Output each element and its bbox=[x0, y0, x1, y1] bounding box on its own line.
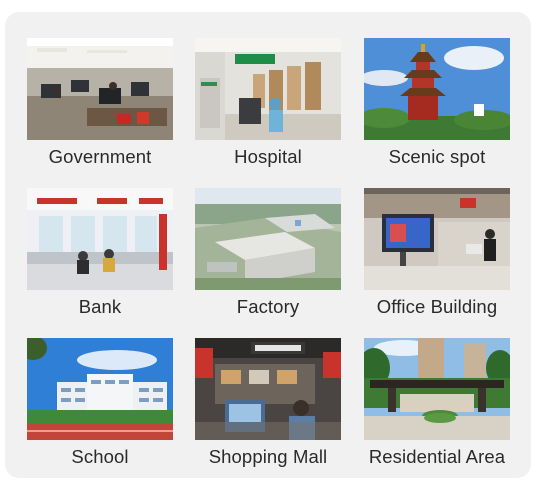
tile-label: Office Building bbox=[376, 296, 498, 317]
shopping-mall-photo bbox=[195, 338, 341, 440]
tile-label: Scenic spot bbox=[388, 146, 486, 167]
residential-gate-photo bbox=[364, 338, 510, 440]
tile-label: Hospital bbox=[234, 146, 302, 167]
tile-label: Factory bbox=[236, 296, 300, 317]
tile-label: Shopping Mall bbox=[208, 446, 328, 467]
tile-label: Residential Area bbox=[368, 446, 506, 467]
bank-counter-photo bbox=[27, 188, 173, 290]
school-campus-photo bbox=[27, 338, 173, 440]
tile-label: School bbox=[71, 446, 129, 467]
tile-label: Government bbox=[48, 146, 152, 167]
government-office-photo bbox=[27, 38, 173, 140]
hospital-corridor-photo bbox=[195, 38, 341, 140]
tile-label: Bank bbox=[78, 296, 122, 317]
office-lobby-photo bbox=[364, 188, 510, 290]
factory-aerial-photo bbox=[195, 188, 341, 290]
scenic-pagoda-photo bbox=[364, 38, 510, 140]
